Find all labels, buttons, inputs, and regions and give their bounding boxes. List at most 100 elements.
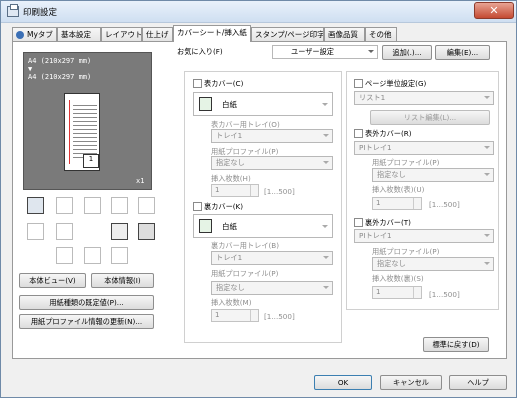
help-button[interactable]: ヘルプ xyxy=(449,375,507,390)
back-outer-count-spinner[interactable]: 1 xyxy=(372,286,422,299)
front-outer-checkbox[interactable] xyxy=(354,129,363,138)
chevron-down-icon xyxy=(484,173,490,176)
tab-label: レイアウト xyxy=(105,30,142,39)
favorites-label: お気に入り(F) xyxy=(177,47,223,56)
back-profile-select[interactable]: 指定なし xyxy=(211,281,333,295)
back-outer-profile-select[interactable]: 指定なし xyxy=(372,257,494,271)
back-count-label: 挿入枚数(M) xyxy=(211,298,252,307)
chevron-down-icon xyxy=(322,225,328,228)
front-outer-count-label: 挿入枚数(表)(U) xyxy=(372,185,425,194)
cancel-button[interactable]: キャンセル xyxy=(380,375,442,390)
finisher-icon xyxy=(84,247,101,264)
back-outer-checkbox[interactable] xyxy=(354,218,363,227)
front-outer-count-spinner[interactable]: 1 xyxy=(372,197,422,210)
back-cover-checkbox[interactable] xyxy=(193,202,202,211)
output-size: A4 (210x297 mm) xyxy=(28,57,92,65)
copy-icon xyxy=(84,197,101,214)
list-edit-button[interactable]: リスト編集(L)... xyxy=(370,110,490,125)
chevron-down-icon xyxy=(323,161,329,164)
spinner-arrows-icon xyxy=(250,310,258,321)
paper-blank-icon xyxy=(199,219,212,233)
back-tray-select[interactable]: トレイ1 xyxy=(211,251,333,265)
favorites-value: ユーザー設定 xyxy=(291,47,334,56)
edit-favorite-button[interactable]: 編集(E)... xyxy=(435,45,490,60)
tab-basic[interactable]: 基本設定 xyxy=(57,27,101,42)
tab-finishing[interactable]: 仕上げ xyxy=(142,27,173,42)
tab-other[interactable]: その他 xyxy=(365,27,397,42)
chevron-down-icon xyxy=(323,256,329,259)
front-outer-tray-select[interactable]: PIトレイ1 xyxy=(354,141,494,155)
tab-cover-insert[interactable]: カバーシート/挿入紙 xyxy=(173,25,251,42)
front-cover-paper-value: 白紙 xyxy=(222,100,237,109)
tab-stamp[interactable]: スタンプ/ページ印字 xyxy=(251,27,324,42)
page-list-select[interactable]: リスト1 xyxy=(354,91,494,105)
page-preview: 1 xyxy=(64,93,100,171)
margin-line xyxy=(69,100,70,164)
chevron-down-icon xyxy=(323,134,329,137)
text-lines xyxy=(73,102,97,160)
page-setting-label: ページ単位設定(G) xyxy=(365,79,427,88)
collate-icon xyxy=(111,197,128,214)
back-count-spinner[interactable]: 1 xyxy=(211,309,259,322)
copies-indicator: x1 xyxy=(136,177,145,185)
device-view-button[interactable]: 本体ビュー(V) xyxy=(19,273,86,288)
front-tray-select[interactable]: トレイ1 xyxy=(211,129,333,143)
back-tray-value: トレイ1 xyxy=(216,253,243,262)
page-list-value: リスト1 xyxy=(359,93,386,102)
preview-pane: A4 (210x297 mm) ▼ A4 (210x297 mm) 1 x1 xyxy=(23,52,152,190)
tab-label: その他 xyxy=(369,30,392,39)
back-outer-tray-select[interactable]: PIトレイ1 xyxy=(354,229,494,243)
tab-label: 画像品質 xyxy=(328,30,358,39)
layout-icon xyxy=(27,223,44,240)
add-favorite-button[interactable]: 追加(.)... xyxy=(382,45,432,60)
back-cover-paper-select[interactable]: 白紙 xyxy=(193,214,333,238)
output-tray-icon xyxy=(56,247,73,264)
page-number: 1 xyxy=(83,154,99,168)
back-profile-value: 指定なし xyxy=(216,283,245,292)
front-profile-value: 指定なし xyxy=(216,158,245,167)
front-cover-label: 表カバー(C) xyxy=(204,79,244,88)
back-outer-count-label: 挿入枚数(裏)(S) xyxy=(372,274,424,283)
front-outer-profile-select[interactable]: 指定なし xyxy=(372,168,494,182)
page-setting-checkbox[interactable] xyxy=(354,79,363,88)
title-bar: 印刷設定 ✕ xyxy=(1,1,516,23)
profile-update-button[interactable]: 用紙プロファイル情報の更新(N)... xyxy=(19,314,154,329)
back-profile-label: 用紙プロファイル(P) xyxy=(211,269,279,278)
chevron-down-icon xyxy=(484,234,490,237)
window-title: 印刷設定 xyxy=(23,8,58,18)
ok-button[interactable]: OK xyxy=(314,375,372,390)
close-button[interactable]: ✕ xyxy=(474,2,514,19)
chevron-down-icon xyxy=(323,286,329,289)
back-count-value: 1 xyxy=(215,311,220,319)
tab-layout[interactable]: レイアウト xyxy=(101,27,142,42)
front-count-label: 挿入枚数(H) xyxy=(211,174,251,183)
tab-quality[interactable]: 画像品質 xyxy=(324,27,365,42)
paper-default-button[interactable]: 用紙種類の既定値(P)... xyxy=(19,295,154,310)
back-outer-profile-label: 用紙プロファイル(P) xyxy=(372,247,440,256)
back-cover-label: 裏カバー(K) xyxy=(204,202,244,211)
favorites-select[interactable]: ユーザー設定 xyxy=(272,45,378,59)
tab-label: 仕上げ xyxy=(146,30,169,39)
front-cover-paper-select[interactable]: 白紙 xyxy=(193,92,333,116)
front-profile-select[interactable]: 指定なし xyxy=(211,156,333,170)
restore-default-button[interactable]: 標準に戻す(D) xyxy=(423,337,489,352)
paper-size: A4 (210x297 mm) xyxy=(28,73,92,81)
tab-label: Myタブ xyxy=(27,30,53,39)
spinner-arrows-icon xyxy=(413,287,421,298)
front-count-spinner[interactable]: 1 xyxy=(211,184,259,197)
booklet-icon xyxy=(111,223,128,240)
offset-icon xyxy=(138,197,155,214)
back-outer-tray-value: PIトレイ1 xyxy=(359,231,392,240)
spinner-arrows-icon xyxy=(413,198,421,209)
tab-label: カバーシート/挿入紙 xyxy=(177,28,247,37)
chevron-down-icon xyxy=(368,50,374,53)
print-settings-dialog: 印刷設定 ✕ Myタブ 基本設定 レイアウト 仕上げ カバーシート/挿入紙 スタ… xyxy=(0,0,517,398)
device-info-button[interactable]: 本体情報(I) xyxy=(91,273,154,288)
arrow-down-icon: ▼ xyxy=(28,65,33,73)
back-outer-count-range: [1...500] xyxy=(429,290,460,299)
tab-mytab[interactable]: Myタブ xyxy=(12,27,57,42)
front-outer-profile-value: 指定なし xyxy=(377,170,406,179)
cover-icon xyxy=(27,197,44,214)
front-cover-checkbox[interactable] xyxy=(193,79,202,88)
fold-icon xyxy=(138,223,155,240)
